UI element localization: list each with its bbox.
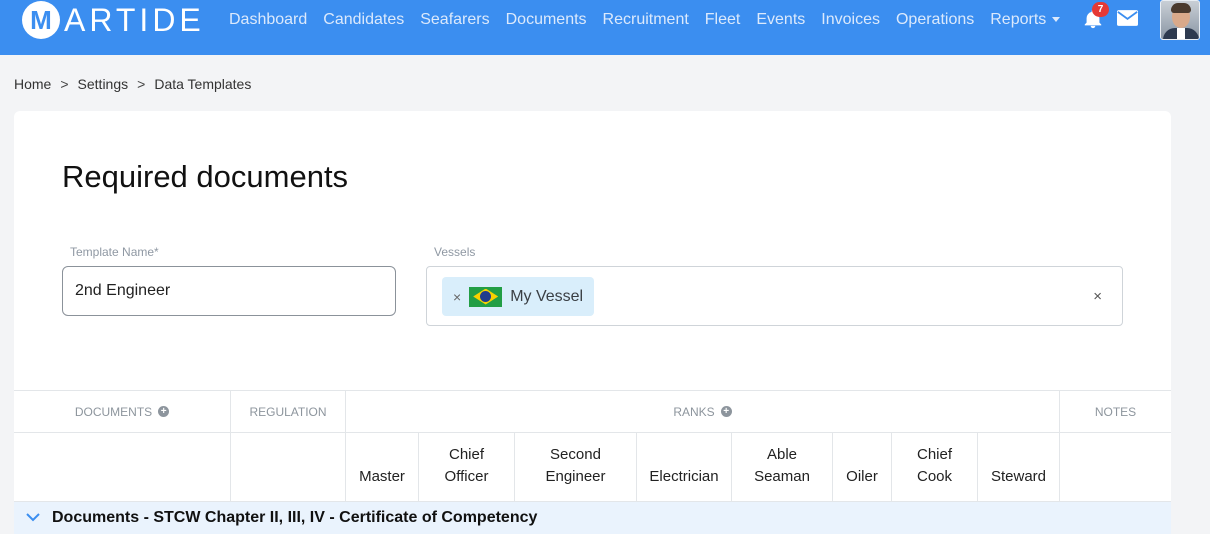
header-documents: Documents +	[14, 391, 231, 432]
ranks-row: Master Chief Officer Second Engineer Ele…	[14, 433, 1171, 502]
rank-able-seaman: Able Seaman	[732, 433, 833, 502]
section-row[interactable]: Documents - STCW Chapter II, III, IV - C…	[14, 502, 1171, 534]
template-card: Required documents Template Name* 2nd En…	[14, 111, 1171, 534]
tag-remove-icon[interactable]: ×	[453, 289, 461, 305]
rank-second-engineer: Second Engineer	[515, 433, 637, 502]
breadcrumb-separator: >	[137, 76, 146, 92]
nav-fleet[interactable]: Fleet	[705, 11, 741, 29]
nav-reports-dropdown[interactable]: Reports	[990, 11, 1061, 29]
rank-electrician: Electrician	[637, 433, 732, 502]
empty-cell	[14, 433, 231, 502]
nav-menu: Dashboard Candidates Seafarers Documents…	[229, 0, 1076, 40]
breadcrumb-home[interactable]: Home	[14, 76, 51, 92]
clear-selection-icon[interactable]: ×	[1093, 288, 1102, 305]
rank-chief-officer: Chief Officer	[419, 433, 515, 502]
logo-mark: M	[22, 1, 60, 39]
nav-candidates[interactable]: Candidates	[323, 11, 404, 29]
notification-badge: 7	[1092, 2, 1109, 17]
nav-events[interactable]: Events	[756, 11, 805, 29]
rank-master: Master	[346, 433, 419, 502]
vessels-label: Vessels	[434, 245, 476, 259]
nav-documents[interactable]: Documents	[506, 11, 587, 29]
nav-recruitment[interactable]: Recruitment	[603, 11, 689, 29]
empty-cell	[231, 433, 346, 502]
nav-invoices[interactable]: Invoices	[821, 11, 880, 29]
avatar-shirt	[1177, 28, 1185, 39]
breadcrumb: Home > Settings > Data Templates	[14, 76, 251, 92]
header-ranks: Ranks +	[346, 391, 1060, 432]
table-header-row: Documents + Regulation Ranks + Notes	[14, 390, 1171, 433]
header-regulation: Regulation	[231, 391, 346, 432]
user-avatar[interactable]	[1160, 0, 1200, 40]
header-documents-label: Documents	[74, 404, 153, 419]
vessels-select[interactable]: × My Vessel ×	[426, 266, 1123, 326]
header-notes: Notes	[1094, 404, 1137, 419]
chevron-down-icon[interactable]	[26, 512, 40, 522]
header-ranks-label: Ranks	[673, 404, 715, 419]
breadcrumb-current: Data Templates	[154, 76, 252, 92]
add-document-icon[interactable]: +	[158, 406, 170, 417]
breadcrumb-separator: >	[60, 76, 69, 92]
vessel-tag: × My Vessel	[442, 277, 594, 316]
vessel-tag-label: My Vessel	[510, 287, 584, 305]
empty-cell	[1060, 433, 1171, 502]
logo-text: ARTIDE	[64, 1, 205, 38]
section-title: Documents - STCW Chapter II, III, IV - C…	[52, 509, 538, 526]
nav-reports-label: Reports	[990, 11, 1047, 28]
brazil-flag-icon	[469, 286, 503, 307]
brand-logo[interactable]: M ARTIDE	[22, 0, 205, 40]
rank-steward: Steward	[978, 433, 1060, 502]
template-name-input[interactable]: 2nd Engineer	[62, 266, 396, 316]
nav-seafarers[interactable]: Seafarers	[420, 11, 489, 29]
breadcrumb-settings[interactable]: Settings	[78, 76, 129, 92]
add-rank-icon[interactable]: +	[720, 406, 732, 417]
caret-down-icon	[1052, 17, 1061, 23]
avatar-hair	[1171, 3, 1191, 13]
mail-icon[interactable]	[1117, 10, 1138, 26]
nav-dashboard[interactable]: Dashboard	[229, 11, 307, 29]
rank-chief-cook: Chief Cook	[892, 433, 978, 502]
template-name-label: Template Name*	[70, 245, 159, 259]
page-title: Required documents	[62, 159, 349, 194]
top-navbar: M ARTIDE Dashboard Candidates Seafarers …	[0, 0, 1210, 55]
nav-operations[interactable]: Operations	[896, 11, 974, 29]
rank-oiler: Oiler	[833, 433, 892, 502]
